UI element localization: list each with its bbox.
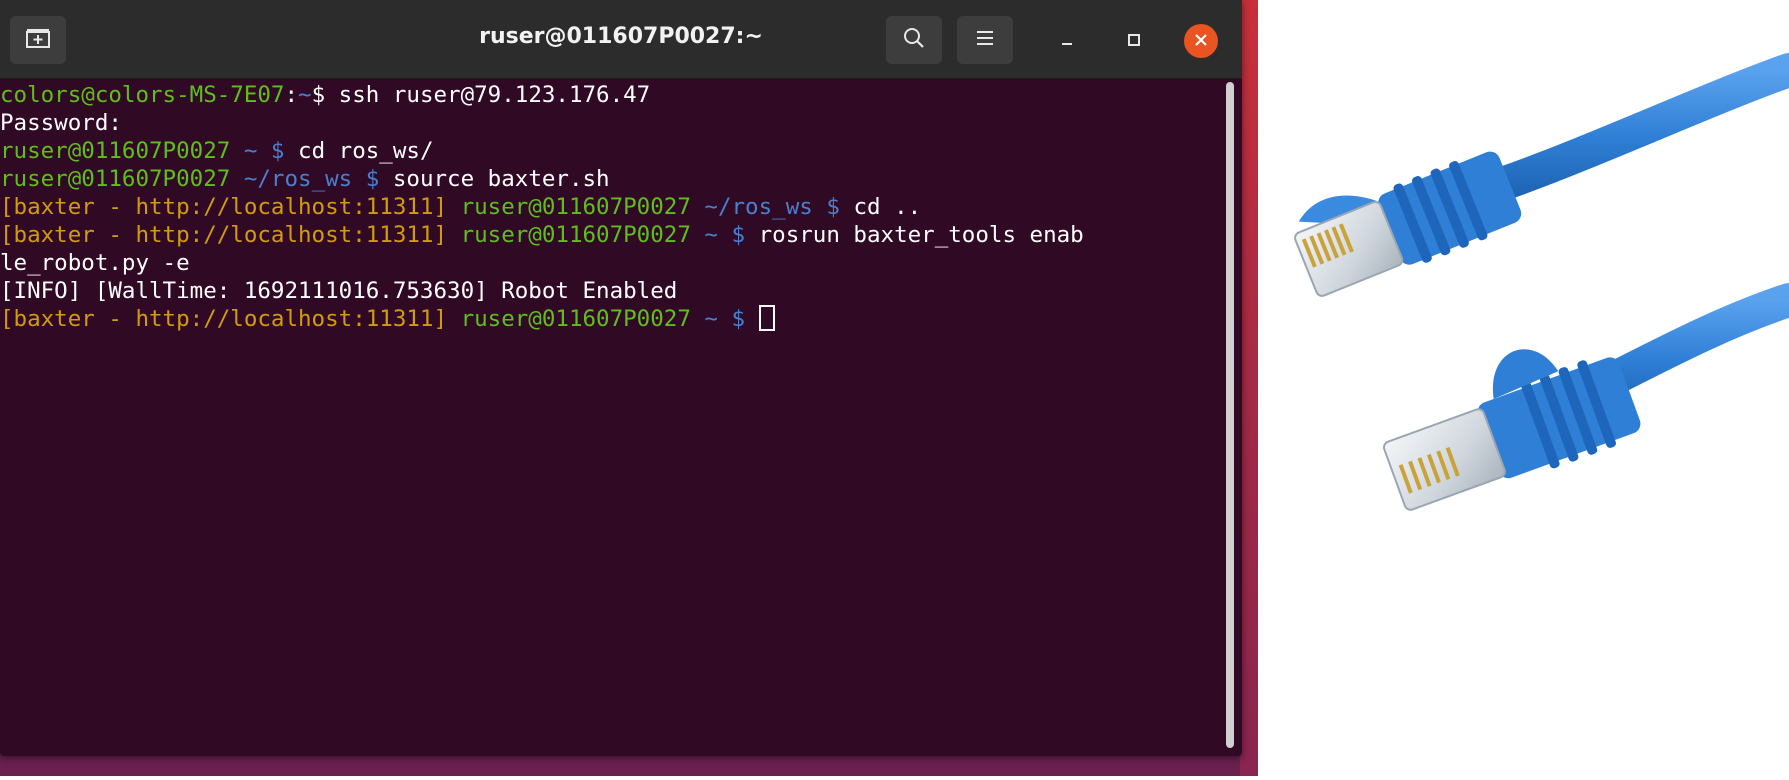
terminal-line: ruser@011607P0027 ~/ros_ws $ source baxt… bbox=[0, 165, 1225, 193]
minimize-icon bbox=[1060, 32, 1074, 51]
minimize-button[interactable] bbox=[1050, 24, 1084, 58]
terminal-text-segment: ~ $ bbox=[690, 306, 759, 332]
terminal-text-segment: [baxter - http://localhost:11311] bbox=[0, 306, 461, 332]
scrollbar-thumb[interactable] bbox=[1226, 82, 1234, 748]
terminal-text-segment: ruser@011607P0027 bbox=[0, 138, 231, 164]
lower-cable-connector bbox=[1383, 283, 1789, 511]
terminal-text-segment: [baxter - http://localhost:11311] bbox=[0, 222, 461, 248]
scrollbar[interactable] bbox=[1224, 82, 1236, 750]
terminal-line: ruser@011607P0027 ~ $ cd ros_ws/ bbox=[0, 137, 1225, 165]
terminal-text-segment: colors@colors-MS-7E07 bbox=[0, 82, 285, 108]
maximize-icon bbox=[1127, 32, 1141, 51]
terminal-text-segment: ruser@011607P0027 bbox=[460, 194, 691, 220]
terminal-output[interactable]: colors@colors-MS-7E07:~$ ssh ruser@79.12… bbox=[0, 80, 1225, 751]
terminal-text-segment: ~/ros_ws $ bbox=[690, 194, 854, 220]
terminal-text-segment: [baxter - http://localhost:11311] bbox=[0, 194, 461, 220]
terminal-text-segment: ruser@011607P0027 bbox=[0, 166, 231, 192]
terminal-line: colors@colors-MS-7E07:~$ ssh ruser@79.12… bbox=[0, 81, 1225, 109]
terminal-line: le_robot.py -e bbox=[0, 249, 1225, 277]
terminal-text-segment: ~/ros_ws $ bbox=[230, 166, 393, 192]
maximize-button[interactable] bbox=[1117, 24, 1151, 58]
upper-cable-connector bbox=[1294, 53, 1789, 297]
terminal-text-segment: rosrun baxter_tools enab bbox=[758, 222, 1084, 248]
terminal-text-segment: Password: bbox=[0, 110, 122, 136]
hamburger-menu-icon bbox=[975, 29, 995, 51]
search-icon bbox=[902, 26, 926, 54]
terminal-text-segment: [INFO] [WallTime: 1692111016.753630] Rob… bbox=[0, 278, 678, 304]
terminal-text-segment: ~ bbox=[298, 82, 312, 108]
terminal-text-segment: ruser@011607P0027 bbox=[460, 222, 691, 248]
close-icon bbox=[1194, 32, 1208, 51]
search-button[interactable] bbox=[886, 16, 942, 64]
close-button[interactable] bbox=[1184, 24, 1218, 58]
terminal-line: [INFO] [WallTime: 1692111016.753630] Rob… bbox=[0, 277, 1225, 305]
terminal-line: [baxter - http://localhost:11311] ruser@… bbox=[0, 193, 1225, 221]
terminal-text-segment: cd ros_ws/ bbox=[298, 138, 434, 164]
terminal-text-segment: ~ $ bbox=[230, 138, 299, 164]
terminal-window: ruser@011607P0027:~ colors@colors-MS-7E0… bbox=[0, 0, 1242, 756]
titlebar[interactable]: ruser@011607P0027:~ bbox=[0, 0, 1242, 79]
terminal-text-segment: cd .. bbox=[853, 194, 922, 220]
terminal-text-segment: ~ $ bbox=[690, 222, 759, 248]
terminal-cursor bbox=[758, 305, 775, 331]
terminal-text-segment: : bbox=[284, 82, 299, 108]
new-tab-icon bbox=[25, 27, 51, 53]
terminal-text-segment: le_robot.py -e bbox=[0, 250, 190, 276]
terminal-line: [baxter - http://localhost:11311] ruser@… bbox=[0, 221, 1225, 249]
terminal-line: [baxter - http://localhost:11311] ruser@… bbox=[0, 305, 1225, 333]
new-tab-button[interactable] bbox=[10, 16, 66, 64]
menu-button[interactable] bbox=[957, 16, 1013, 64]
terminal-line: Password: bbox=[0, 109, 1225, 137]
ethernet-cable-photo bbox=[1258, 0, 1789, 776]
terminal-text-segment: $ ssh ruser@79.123.176.47 bbox=[311, 82, 651, 108]
terminal-text-segment: source baxter.sh bbox=[392, 166, 610, 192]
desktop-wallpaper-edge bbox=[1240, 0, 1258, 776]
terminal-text-segment: ruser@011607P0027 bbox=[460, 306, 691, 332]
